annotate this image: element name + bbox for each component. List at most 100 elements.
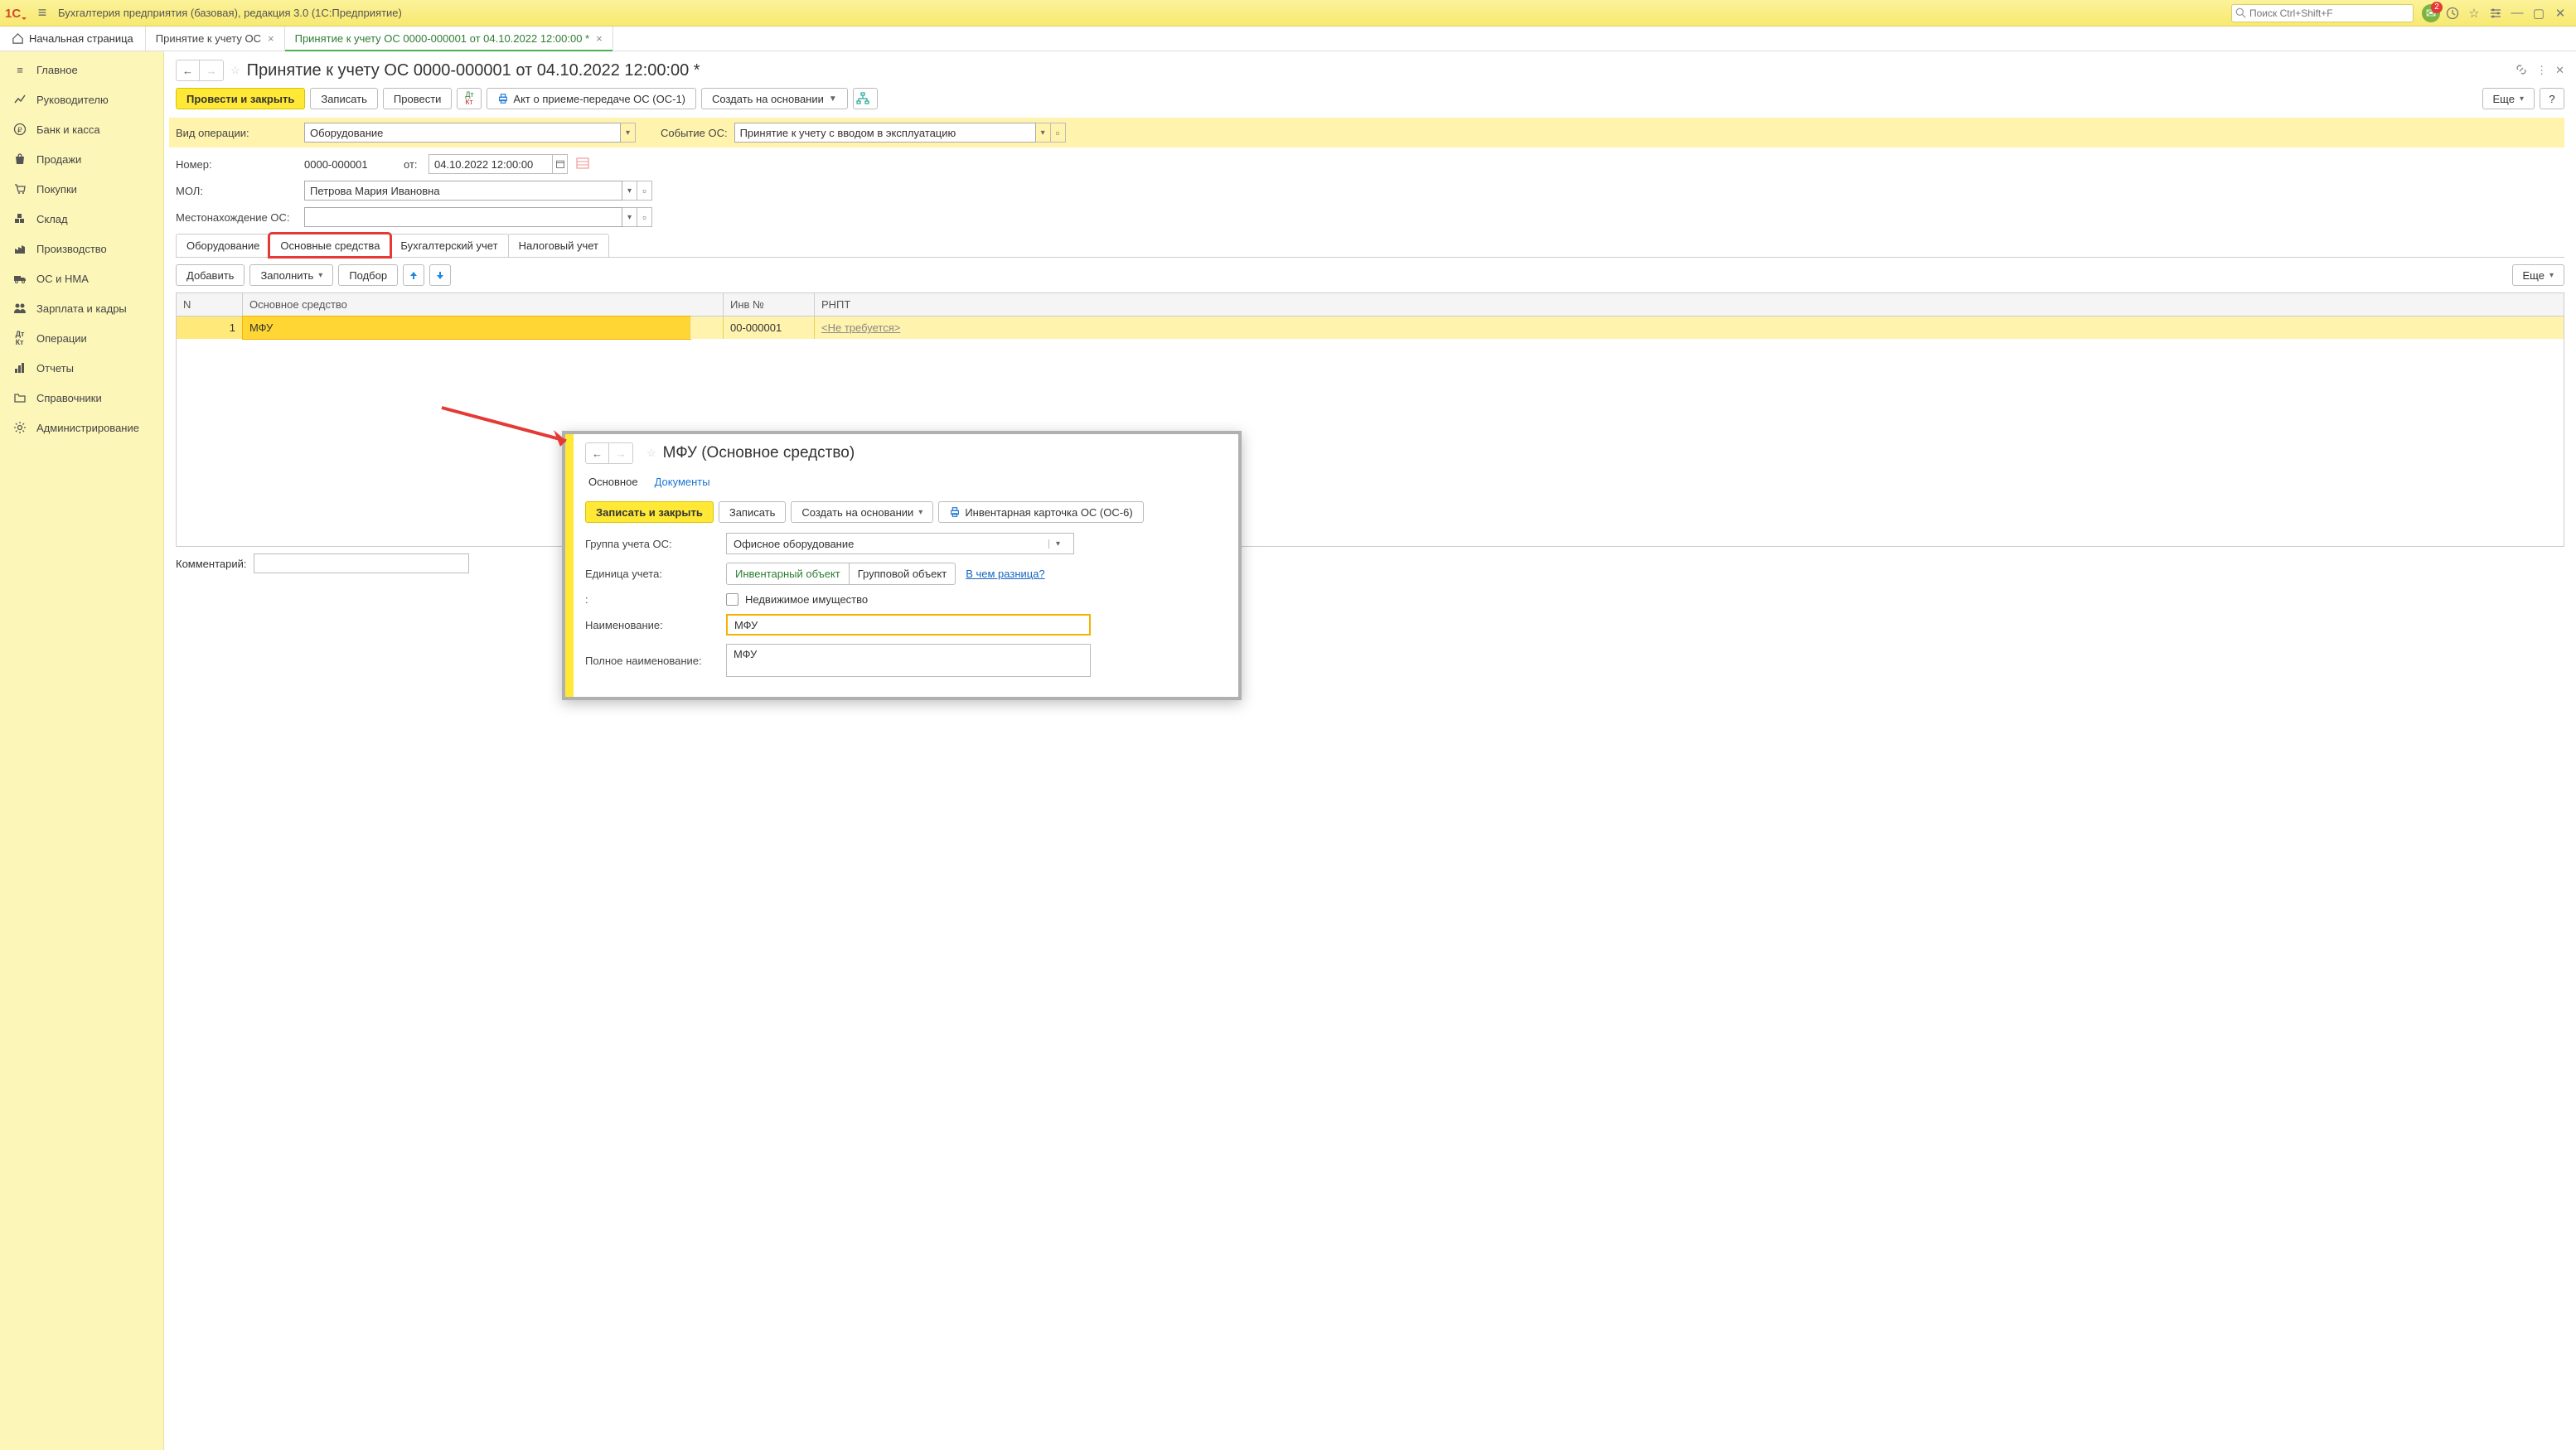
close-form-icon[interactable]: ✕ bbox=[2555, 64, 2564, 77]
notifications-icon[interactable]: ✉ 2 bbox=[2421, 3, 2441, 23]
sidebar-item-catalogs[interactable]: Справочники bbox=[0, 383, 163, 413]
tab-doc-list[interactable]: Принятие к учету ОС × bbox=[146, 27, 285, 51]
event-select[interactable]: Принятие к учету с вводом в эксплуатацию bbox=[734, 123, 1036, 143]
global-search[interactable] bbox=[2231, 4, 2414, 22]
operation-type-select[interactable]: Оборудование bbox=[304, 123, 621, 143]
create-based-button[interactable]: Создать на основании▼ bbox=[701, 88, 848, 109]
kebab-menu-icon[interactable]: ⋮ bbox=[2536, 64, 2547, 77]
dtkt-button[interactable]: ДтКт bbox=[457, 88, 482, 109]
subtab-tax[interactable]: Налоговый учет bbox=[508, 234, 609, 257]
minimize-icon[interactable]: — bbox=[2507, 3, 2527, 23]
col-header-inv[interactable]: Инв № bbox=[724, 293, 815, 316]
move-up-button[interactable] bbox=[403, 264, 424, 286]
link-icon[interactable] bbox=[2515, 63, 2528, 79]
fullname-input[interactable]: МФУ bbox=[726, 644, 1091, 677]
col-header-n[interactable]: N bbox=[177, 293, 243, 316]
comment-input[interactable] bbox=[254, 553, 469, 573]
table-row[interactable]: 1 МФУ 00-000001 <Не требуется> bbox=[177, 317, 2564, 339]
document-title: Принятие к учету ОС 0000-000001 от 04.10… bbox=[247, 61, 700, 80]
subtab-fixed-assets[interactable]: Основные средства bbox=[269, 234, 390, 257]
close-tab-icon[interactable]: × bbox=[268, 32, 274, 45]
popup-save-close-button[interactable]: Записать и закрыть bbox=[585, 501, 714, 523]
popup-back-button[interactable]: ← bbox=[586, 443, 609, 463]
cell-rnpt[interactable]: <Не требуется> bbox=[815, 317, 2564, 339]
print-act-button[interactable]: Акт о приеме-передаче ОС (ОС-1) bbox=[487, 88, 696, 109]
dropdown-icon[interactable]: ▾ bbox=[1036, 123, 1051, 143]
favorites-icon[interactable]: ☆ bbox=[2464, 3, 2484, 23]
group-select[interactable]: Офисное оборудование▾ bbox=[726, 533, 1074, 554]
popup-tab-main[interactable]: Основное bbox=[588, 472, 638, 491]
calendar-icon[interactable] bbox=[553, 154, 568, 174]
sidebar-item-bank[interactable]: ₽Банк и касса bbox=[0, 114, 163, 144]
col-header-asset[interactable]: Основное средство bbox=[243, 293, 724, 316]
dropdown-icon[interactable]: ▾ bbox=[622, 207, 637, 227]
sidebar-item-payroll[interactable]: Зарплата и кадры bbox=[0, 293, 163, 323]
cell-asset-name[interactable]: МФУ bbox=[243, 317, 690, 339]
structure-button[interactable] bbox=[853, 88, 878, 109]
fullname-label: Полное наименование: bbox=[585, 655, 726, 667]
cell-row-number: 1 bbox=[177, 317, 243, 339]
dropdown-icon[interactable]: ▾ bbox=[621, 123, 636, 143]
sidebar-item-manager[interactable]: Руководителю bbox=[0, 85, 163, 114]
close-window-icon[interactable]: ✕ bbox=[2550, 3, 2570, 23]
add-row-button[interactable]: Добавить bbox=[176, 264, 245, 286]
sidebar-item-sales[interactable]: Продажи bbox=[0, 144, 163, 174]
home-tab[interactable]: Начальная страница bbox=[0, 27, 146, 51]
post-and-close-button[interactable]: Провести и закрыть bbox=[176, 88, 305, 109]
sidebar-item-operations[interactable]: ДтКтОперации bbox=[0, 323, 163, 353]
date-input[interactable]: 04.10.2022 12:00:00 bbox=[429, 154, 553, 174]
sidebar-item-label: Операции bbox=[36, 332, 87, 345]
open-reference-icon[interactable]: ▫ bbox=[637, 181, 652, 201]
sidebar-item-main[interactable]: ≡Главное bbox=[0, 55, 163, 85]
move-down-button[interactable] bbox=[429, 264, 451, 286]
sidebar-item-production[interactable]: Производство bbox=[0, 234, 163, 263]
difference-link[interactable]: В чем разница? bbox=[966, 568, 1044, 580]
subtab-equipment[interactable]: Оборудование bbox=[176, 234, 270, 257]
sidebar-item-admin[interactable]: Администрирование bbox=[0, 413, 163, 442]
table-more-button[interactable]: Еще▾ bbox=[2512, 264, 2564, 286]
sidebar-item-warehouse[interactable]: Склад bbox=[0, 204, 163, 234]
fill-button[interactable]: Заполнить▾ bbox=[249, 264, 333, 286]
dropdown-icon[interactable]: ▾ bbox=[1048, 539, 1067, 549]
button-label: Подбор bbox=[349, 269, 387, 282]
help-button[interactable]: ? bbox=[2540, 88, 2564, 109]
sidebar-item-assets[interactable]: ОС и НМА bbox=[0, 263, 163, 293]
col-header-rnpt[interactable]: РНПТ bbox=[815, 293, 2564, 316]
popup-tab-docs[interactable]: Документы bbox=[655, 472, 710, 491]
name-input[interactable]: МФУ bbox=[726, 614, 1091, 636]
org-icon[interactable] bbox=[576, 157, 589, 172]
subtab-accounting[interactable]: Бухгалтерский учет bbox=[390, 234, 508, 257]
favorite-star-icon[interactable]: ☆ bbox=[230, 64, 240, 77]
close-tab-icon[interactable]: × bbox=[596, 32, 603, 45]
segment-group[interactable]: Групповой объект bbox=[850, 563, 955, 584]
dropdown-icon[interactable]: ▾ bbox=[622, 181, 637, 201]
main-menu-icon[interactable]: ≡ bbox=[33, 4, 51, 22]
popup-save-button[interactable]: Записать bbox=[719, 501, 787, 523]
nav-forward-button[interactable]: → bbox=[200, 60, 223, 80]
popup-nav: ← → bbox=[585, 442, 633, 464]
nav-back-button[interactable]: ← bbox=[177, 60, 200, 80]
settings-icon[interactable] bbox=[2486, 3, 2506, 23]
more-button[interactable]: Еще▾ bbox=[2482, 88, 2535, 109]
pick-button[interactable]: Подбор bbox=[338, 264, 398, 286]
post-button[interactable]: Провести bbox=[383, 88, 453, 109]
open-reference-icon[interactable]: ▫ bbox=[1051, 123, 1066, 143]
popup-create-based-button[interactable]: Создать на основании▾ bbox=[791, 501, 933, 523]
location-select[interactable] bbox=[304, 207, 622, 227]
segment-inventory[interactable]: Инвентарный объект bbox=[727, 563, 850, 584]
search-input[interactable] bbox=[2249, 7, 2409, 19]
mol-select[interactable]: Петрова Мария Ивановна bbox=[304, 181, 622, 201]
sidebar-item-purchases[interactable]: Покупки bbox=[0, 174, 163, 204]
button-label: Инвентарная карточка ОС (ОС-6) bbox=[965, 506, 1132, 519]
open-reference-icon[interactable]: ▫ bbox=[637, 207, 652, 227]
maximize-icon[interactable]: ▢ bbox=[2529, 3, 2549, 23]
history-icon[interactable] bbox=[2443, 3, 2462, 23]
realty-checkbox[interactable]: Недвижимое имущество bbox=[726, 593, 868, 606]
chart-up-icon bbox=[12, 93, 28, 106]
popup-inventory-card-button[interactable]: Инвентарная карточка ОС (ОС-6) bbox=[938, 501, 1143, 523]
tab-doc-current[interactable]: Принятие к учету ОС 0000-000001 от 04.10… bbox=[285, 27, 613, 51]
save-button[interactable]: Записать bbox=[310, 88, 378, 109]
popup-star-icon[interactable]: ☆ bbox=[646, 447, 656, 460]
sidebar-item-reports[interactable]: Отчеты bbox=[0, 353, 163, 383]
popup-forward-button[interactable]: → bbox=[609, 443, 632, 463]
